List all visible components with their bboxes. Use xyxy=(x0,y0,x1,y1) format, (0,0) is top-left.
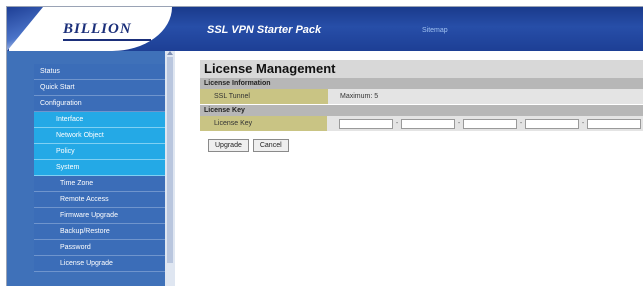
sidebar-item-configuration[interactable]: Configuration xyxy=(34,96,165,112)
sidebar-item-quick-start[interactable]: Quick Start xyxy=(34,80,165,96)
license-key-label: License Key xyxy=(200,116,327,131)
key-separator: - xyxy=(395,120,399,127)
sidebar-item-system[interactable]: System xyxy=(34,160,165,176)
sitemap-link[interactable]: Sitemap xyxy=(422,27,448,34)
ssl-tunnel-label: SSL Tunnel xyxy=(200,89,328,104)
sidebar-item-status[interactable]: Status xyxy=(34,64,165,80)
license-key-field-3[interactable] xyxy=(463,118,517,129)
sidebar-item-remote-access[interactable]: Remote Access xyxy=(34,192,165,208)
license-key-field-5[interactable] xyxy=(587,118,641,129)
sidebar-item-network-object[interactable]: Network Object xyxy=(34,128,165,144)
key-separator: - xyxy=(457,120,461,127)
upgrade-button[interactable]: Upgrade xyxy=(208,139,249,152)
sidebar-item-backup-restore[interactable]: Backup/Restore xyxy=(34,224,165,240)
license-key-row: License Key - - - - xyxy=(200,116,643,132)
scroll-up-arrow-icon[interactable] xyxy=(167,51,173,55)
main-content: License Management License Information S… xyxy=(200,60,643,152)
billion-logo: BILLION xyxy=(63,21,132,37)
sidebar-item-time-zone[interactable]: Time Zone xyxy=(34,176,165,192)
sidebar-menu: Status Quick Start Configuration Interfa… xyxy=(34,64,165,272)
button-bar: Upgrade Cancel xyxy=(200,139,643,152)
cancel-button[interactable]: Cancel xyxy=(252,139,289,152)
license-key-field-4[interactable] xyxy=(525,118,579,129)
license-key-fields: - - - - xyxy=(327,116,643,131)
sidebar-item-firmware-upgrade[interactable]: Firmware Upgrade xyxy=(34,208,165,224)
sidebar-item-policy[interactable]: Policy xyxy=(34,144,165,160)
license-information-heading: License Information xyxy=(200,78,643,89)
ssl-tunnel-row: SSL Tunnel Maximum: 5 xyxy=(200,89,643,105)
license-key-field-1[interactable] xyxy=(339,118,393,129)
logo-underline xyxy=(63,39,151,41)
license-key-field-2[interactable] xyxy=(401,118,455,129)
sidebar-item-password[interactable]: Password xyxy=(34,240,165,256)
key-separator: - xyxy=(519,120,523,127)
sidebar-item-license-upgrade[interactable]: License Upgrade xyxy=(34,256,165,272)
header-bar: BILLION SSL VPN Starter Pack Sitemap xyxy=(7,7,643,51)
product-title: SSL VPN Starter Pack xyxy=(207,24,322,36)
sidebar-scrollbar[interactable] xyxy=(165,51,175,286)
key-separator: - xyxy=(581,120,585,127)
scrollbar-thumb[interactable] xyxy=(167,57,173,263)
ssl-tunnel-value: Maximum: 5 xyxy=(328,89,643,104)
sidebar-item-interface[interactable]: Interface xyxy=(34,112,165,128)
license-key-heading: License Key xyxy=(200,105,643,116)
page-title: License Management xyxy=(200,60,643,78)
